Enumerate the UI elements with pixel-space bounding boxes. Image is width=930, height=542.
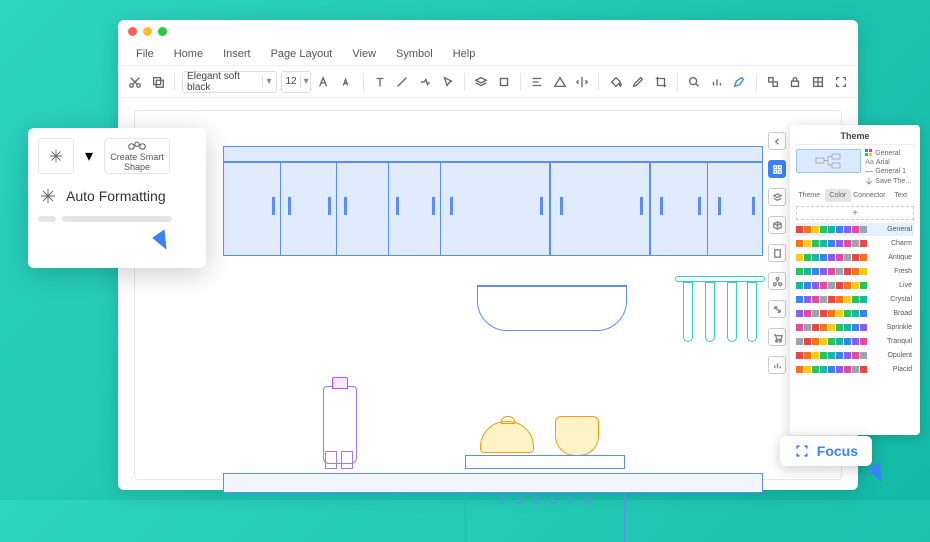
group-icon[interactable] <box>764 72 783 92</box>
stove-shape[interactable] <box>465 455 625 469</box>
pointer-icon[interactable] <box>438 72 457 92</box>
font-size[interactable]: 12▾ <box>281 71 311 93</box>
cube-icon[interactable] <box>768 216 786 234</box>
oven-shape[interactable] <box>465 494 625 542</box>
cut-icon[interactable] <box>126 72 145 92</box>
counter-shape[interactable] <box>223 473 763 493</box>
color-scheme-row[interactable]: Charm <box>796 237 914 250</box>
drawing-canvas[interactable] <box>134 110 842 480</box>
color-scheme-row[interactable]: Opulent <box>796 349 914 362</box>
toolbar: Elegant soft black▾ 12▾ <box>118 66 858 98</box>
resize-icon[interactable] <box>768 300 786 318</box>
layers-panel-icon[interactable] <box>768 188 786 206</box>
auto-formatting-label: Auto Formatting <box>66 188 166 204</box>
auto-formatting-popup: ▾ Create Smart Shape Auto Formatting <box>28 128 206 268</box>
line-icon[interactable] <box>393 72 412 92</box>
focus-button[interactable]: Focus <box>780 436 872 466</box>
grid-panel-icon[interactable] <box>768 160 786 178</box>
grid-icon[interactable] <box>809 72 828 92</box>
text-tab[interactable]: Text <box>887 189 914 202</box>
theme-preview[interactable] <box>796 149 861 173</box>
focus-icon <box>794 443 810 459</box>
cursor-icon <box>867 461 890 484</box>
font-select[interactable]: Elegant soft black▾ <box>182 71 276 93</box>
pen-icon[interactable] <box>730 72 749 92</box>
color-scheme-row[interactable]: Placid <box>796 363 914 376</box>
shape-icon[interactable] <box>494 72 513 92</box>
color-scheme-row[interactable]: Crystal <box>796 293 914 306</box>
color-tab[interactable]: Color <box>825 189 852 202</box>
menu-file[interactable]: File <box>126 48 164 60</box>
copy-icon[interactable] <box>149 72 168 92</box>
layer-icon[interactable] <box>472 72 491 92</box>
create-smart-shape-button[interactable]: Create Smart Shape <box>104 138 170 174</box>
utensils-shape[interactable] <box>675 276 765 356</box>
menu-help[interactable]: Help <box>443 48 486 60</box>
theme-title: Theme <box>796 131 914 145</box>
color-scheme-row[interactable]: General <box>796 223 914 236</box>
chart-icon[interactable] <box>708 72 727 92</box>
font-increase-icon[interactable] <box>315 72 334 92</box>
add-scheme-button[interactable]: + <box>796 206 914 220</box>
sparkle-dropdown-icon[interactable]: ▾ <box>82 138 96 174</box>
font-decrease-icon[interactable] <box>337 72 356 92</box>
range-hood-shape[interactable] <box>477 271 627 331</box>
cups-shape[interactable] <box>325 451 353 469</box>
menu-symbol[interactable]: Symbol <box>386 48 443 60</box>
flip-icon[interactable] <box>573 72 592 92</box>
text-icon[interactable] <box>371 72 390 92</box>
theme-panel: Theme General AaArial General 1 Save The… <box>790 125 920 435</box>
menubar: File Home Insert Page Layout View Symbol… <box>118 42 858 66</box>
crop-icon[interactable] <box>652 72 671 92</box>
close-icon[interactable] <box>128 27 137 36</box>
page-icon[interactable] <box>768 244 786 262</box>
color-scheme-row[interactable]: Fresh <box>796 265 914 278</box>
connector-icon[interactable] <box>416 72 435 92</box>
maximize-icon[interactable] <box>158 27 167 36</box>
expand-icon[interactable] <box>831 72 850 92</box>
menu-insert[interactable]: Insert <box>213 48 261 60</box>
bar-icon[interactable] <box>768 356 786 374</box>
color-scheme-row[interactable]: Sprinkle <box>796 321 914 334</box>
color-scheme-row[interactable]: Live <box>796 279 914 292</box>
minimize-icon[interactable] <box>143 27 152 36</box>
titlebar <box>118 20 858 42</box>
color-scheme-row[interactable]: Tranquil <box>796 335 914 348</box>
color-scheme-row[interactable]: Antique <box>796 251 914 264</box>
theme-tab[interactable]: Theme <box>796 189 823 202</box>
app-window: File Home Insert Page Layout View Symbol… <box>118 20 858 490</box>
auto-format-icon <box>38 186 58 206</box>
collapse-icon[interactable] <box>768 132 786 150</box>
color-scheme-row[interactable]: Broad <box>796 307 914 320</box>
connector-tab[interactable]: Connector <box>853 189 885 202</box>
side-toolbar <box>764 132 790 374</box>
fill-icon[interactable] <box>606 72 625 92</box>
menu-home[interactable]: Home <box>164 48 213 60</box>
menu-view[interactable]: View <box>342 48 386 60</box>
cabinet-shape[interactable] <box>223 146 763 256</box>
sparkle-icon[interactable] <box>38 138 74 174</box>
pot-shape[interactable] <box>480 421 534 453</box>
node-icon[interactable] <box>768 272 786 290</box>
warning-icon[interactable] <box>550 72 569 92</box>
align-icon[interactable] <box>528 72 547 92</box>
search-icon[interactable] <box>685 72 704 92</box>
format-slider[interactable] <box>38 216 196 222</box>
menu-page-layout[interactable]: Page Layout <box>261 48 343 60</box>
lock-icon[interactable] <box>786 72 805 92</box>
kettle-shape[interactable] <box>555 416 599 456</box>
cart-icon[interactable] <box>768 328 786 346</box>
eyedropper-icon[interactable] <box>629 72 648 92</box>
